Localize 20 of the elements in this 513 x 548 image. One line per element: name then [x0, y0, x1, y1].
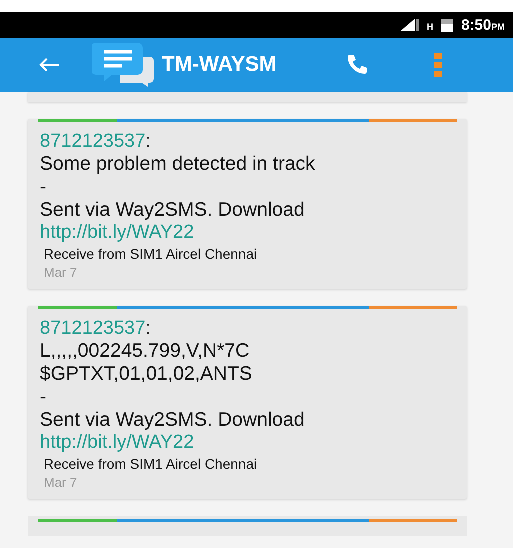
url-link[interactable]: http://bit.ly/WAY22	[40, 432, 194, 454]
sim-info: Receive from SIM1 Aircel Chennai	[42, 245, 258, 264]
battery-icon	[441, 18, 454, 32]
chat-bubbles-icon	[92, 43, 156, 87]
signal-icon	[400, 19, 419, 31]
url-link[interactable]: http://bit.ly/WAY22	[40, 222, 194, 244]
clock: 8:50PM	[461, 16, 505, 34]
sim-info: Receive from SIM1 Aircel Chennai	[42, 455, 258, 474]
network-type: H	[426, 22, 434, 32]
message-date: Mar 7	[44, 264, 78, 282]
message-text: Some problem detected in track - Sent via Way2SMS. Download	[40, 153, 316, 222]
sender-link[interactable]: 8712123537	[40, 318, 146, 340]
message-date: Mar 7	[44, 474, 78, 492]
message-text: L,,,,,002245.799,V,N*7C $GPTXT,01,01,02,ANTS - Sent via Way2SMS. Download	[40, 340, 305, 432]
call-button[interactable]	[346, 54, 368, 76]
colon-separator: :	[146, 131, 151, 153]
conversation-title: TM-WAYSM	[162, 53, 278, 77]
colon-separator: :	[146, 318, 151, 340]
back-button[interactable]	[38, 57, 60, 73]
sender-link[interactable]: 8712123537	[40, 131, 146, 153]
